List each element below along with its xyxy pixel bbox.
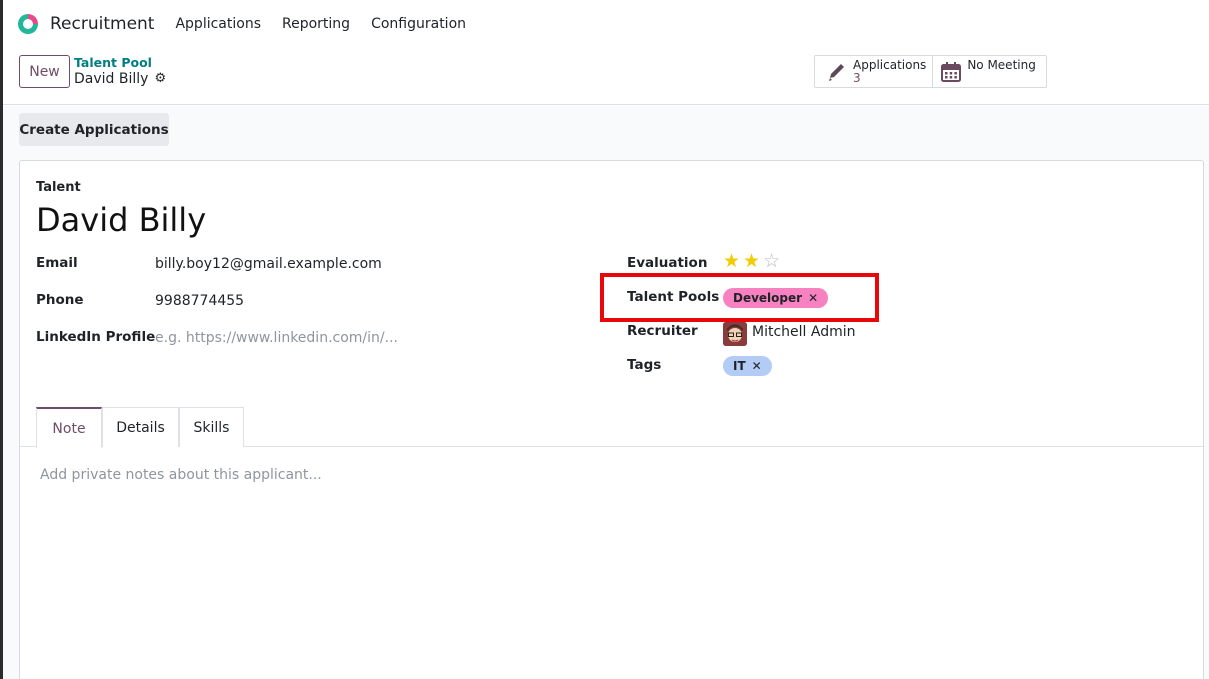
highlight-box: [600, 273, 879, 322]
note-field[interactable]: Add private notes about this applicant..…: [40, 467, 322, 483]
meeting-smart-button[interactable]: No Meeting: [932, 56, 1046, 87]
breadcrumb-current-label: David Billy: [74, 71, 149, 87]
email-label: Email: [36, 255, 78, 271]
tab-skills[interactable]: Skills: [179, 407, 244, 447]
new-button[interactable]: New: [19, 55, 70, 88]
tags-label: Tags: [627, 357, 662, 373]
applications-count: 3: [853, 71, 861, 85]
menu-configuration[interactable]: Configuration: [371, 16, 466, 32]
menu-reporting[interactable]: Reporting: [282, 16, 350, 32]
linkedin-label: LinkedIn Profile: [36, 329, 156, 345]
tab-note[interactable]: Note: [36, 407, 102, 448]
recruiter-field[interactable]: Mitchell Admin: [752, 324, 856, 340]
phone-label: Phone: [36, 292, 84, 308]
breadcrumb-current: David Billy ⚙: [74, 71, 166, 87]
app-brand[interactable]: Recruitment: [18, 14, 154, 34]
control-panel: New Talent Pool David Billy ⚙ Applicatio…: [3, 48, 1209, 105]
pencil-icon: [829, 64, 844, 81]
create-applications-button[interactable]: Create Applications: [19, 113, 169, 146]
recruiter-avatar-icon: [723, 322, 747, 346]
email-field[interactable]: billy.boy12@gmail.example.com: [155, 256, 382, 272]
main-menu: Applications Reporting Configuration: [175, 16, 487, 32]
evaluation-stars[interactable]: ★ ★ ☆: [723, 252, 780, 271]
calendar-icon: [941, 62, 962, 82]
gear-icon[interactable]: ⚙: [154, 71, 166, 87]
form-sheet: Talent David Billy Email billy.boy12@gma…: [19, 160, 1204, 679]
applications-smart-button[interactable]: Applications 3: [815, 56, 932, 87]
star-icon[interactable]: ★: [743, 252, 760, 271]
breadcrumb-talent-pool[interactable]: Talent Pool: [74, 55, 166, 71]
meeting-label: No Meeting: [967, 58, 1036, 72]
tag-it[interactable]: IT ✕: [723, 356, 772, 376]
phone-field[interactable]: 9988774455: [155, 293, 244, 309]
talent-name[interactable]: David Billy: [36, 201, 206, 239]
evaluation-label: Evaluation: [627, 255, 708, 271]
recruitment-logo-icon: [18, 14, 38, 34]
remove-tag-icon[interactable]: ✕: [752, 359, 762, 373]
breadcrumb: Talent Pool David Billy ⚙: [74, 55, 166, 87]
content-area: Create Applications Talent David Billy E…: [3, 106, 1209, 679]
app-name: Recruitment: [50, 14, 155, 34]
recruiter-label: Recruiter: [627, 323, 698, 339]
tag-it-label: IT: [733, 359, 746, 373]
tab-details[interactable]: Details: [102, 407, 179, 447]
star-outline-icon[interactable]: ☆: [763, 252, 780, 271]
smart-buttons: Applications 3 No Meeting: [814, 55, 1047, 88]
linkedin-field[interactable]: e.g. https://www.linkedin.com/in/...: [155, 330, 398, 346]
avatar: [723, 322, 747, 346]
top-navbar: Recruitment Applications Reporting Confi…: [3, 0, 1209, 48]
applications-label: Applications: [853, 58, 927, 72]
menu-applications[interactable]: Applications: [175, 16, 261, 32]
star-icon[interactable]: ★: [723, 252, 740, 271]
section-label: Talent: [36, 180, 81, 195]
notebook-tabs: Note Details Skills: [20, 407, 1203, 448]
